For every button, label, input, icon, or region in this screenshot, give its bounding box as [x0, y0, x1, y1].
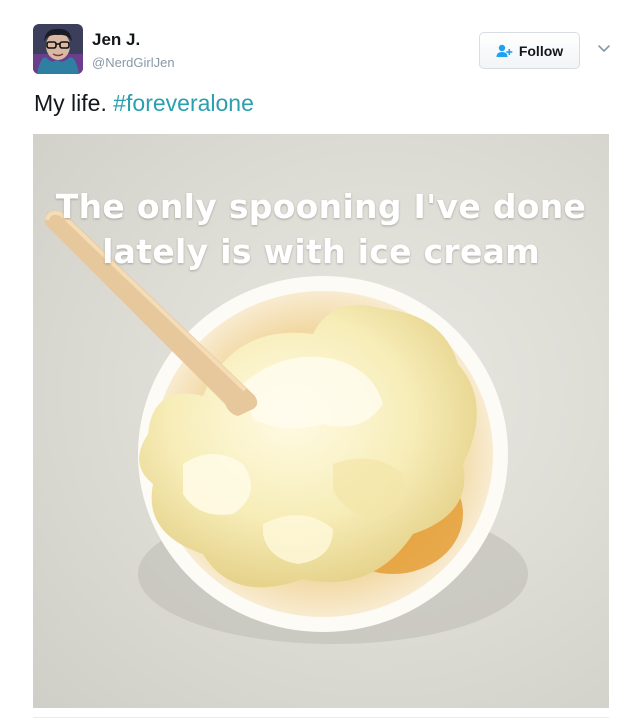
hashtag-link[interactable]: #foreveralone	[113, 90, 254, 116]
caption-line-1: The only spooning I've done	[55, 187, 587, 226]
tweet-text: My life. #foreveralone	[34, 90, 254, 117]
tweet-media-image[interactable]: The only spooning I've done lately is wi…	[33, 134, 609, 708]
caption-line-2: lately is with ice cream	[102, 232, 540, 271]
follow-person-icon	[496, 44, 513, 57]
display-name[interactable]: Jen J.	[92, 30, 140, 50]
tweet-header: Jen J. @NerdGirlJen Follow	[30, 22, 620, 76]
follow-button[interactable]: Follow	[479, 32, 580, 69]
divider	[33, 717, 609, 718]
avatar[interactable]	[33, 24, 83, 74]
chevron-down-icon[interactable]	[596, 40, 612, 56]
tweet-text-plain: My life.	[34, 90, 114, 116]
username[interactable]: @NerdGirlJen	[92, 55, 175, 70]
image-caption: The only spooning I've done lately is wi…	[33, 184, 609, 274]
follow-label: Follow	[518, 42, 564, 59]
